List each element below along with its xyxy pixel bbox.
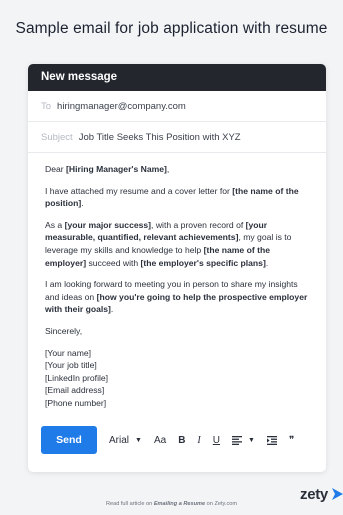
signature-phone: [Phone number] — [45, 397, 107, 408]
quote-icon[interactable]: ❞ — [289, 435, 294, 446]
zety-logo: zety — [300, 486, 343, 503]
email-compose-window: New message To hiringmanager@company.com… — [28, 64, 326, 472]
signature-email: [Email address] — [45, 385, 105, 396]
bold-button[interactable]: B — [178, 435, 185, 446]
brand-mark-icon — [331, 488, 343, 500]
font-family-select[interactable]: Arial ▼ — [109, 435, 142, 446]
font-family-label: Arial — [109, 434, 130, 446]
align-left-icon — [232, 435, 242, 445]
indent-icon — [266, 435, 277, 445]
article-link[interactable]: Emailing a Resume — [154, 501, 205, 507]
send-button[interactable]: Send — [41, 426, 97, 454]
indent-button[interactable] — [266, 435, 277, 445]
to-label: To — [41, 100, 52, 112]
closing: Sincerely, — [45, 325, 83, 336]
italic-button[interactable]: I — [197, 435, 200, 446]
page-title: Sample email for job application with re… — [15, 20, 328, 37]
footer-note: Read full article on Emailing a Resume o… — [105, 501, 238, 507]
to-value[interactable]: hiringmanager@company.com — [57, 101, 186, 112]
subject-value[interactable]: Job Title Seeks This Position with XYZ — [79, 132, 241, 143]
font-size-button[interactable]: Aa — [154, 435, 166, 446]
chevron-down-icon: ▼ — [248, 436, 255, 444]
paragraph-2: As a [your major success], with a proven… — [45, 219, 292, 268]
underline-button[interactable]: U — [213, 435, 220, 446]
window-title: New message — [28, 64, 326, 91]
email-body[interactable]: Dear [Hiring Manager's Name], I have att… — [28, 153, 326, 410]
signature-linkedin: [LinkedIn profile] — [45, 372, 109, 383]
align-select[interactable]: ▼ — [232, 435, 255, 445]
formatting-toolbar: Send Arial ▼ Aa B I U ▼ ❞ — [41, 426, 315, 454]
paragraph-1: I have attached my resume and a cover le… — [45, 185, 299, 209]
chevron-down-icon: ▼ — [135, 436, 142, 444]
signature-name: [Your name] — [45, 347, 92, 358]
signature-job-title: [Your job title] — [45, 360, 97, 371]
to-field[interactable]: To hiringmanager@company.com — [28, 91, 326, 122]
subject-label: Subject — [41, 131, 73, 143]
subject-field[interactable]: Subject Job Title Seeks This Position wi… — [28, 122, 326, 153]
signature-block: [Your name] [Your job title] [LinkedIn p… — [45, 347, 310, 410]
greeting: Dear [Hiring Manager's Name], — [45, 164, 170, 174]
paragraph-3: I am looking forward to meeting you in p… — [45, 279, 308, 315]
